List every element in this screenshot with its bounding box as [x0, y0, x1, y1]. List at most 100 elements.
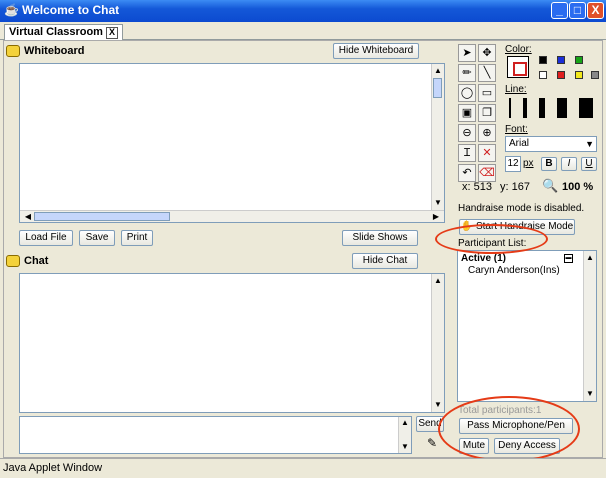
pass-mic-label: Pass Microphone/Pen	[467, 420, 565, 431]
bold-label: B	[545, 158, 553, 169]
whiteboard-bubble-icon	[6, 45, 20, 57]
eraser-icon[interactable]: ⌫	[478, 164, 496, 182]
delete-tool-icon[interactable]: ✕	[478, 144, 496, 162]
input-scroll-up-icon[interactable]: ▲	[399, 418, 411, 428]
close-button[interactable]: X	[587, 2, 604, 19]
drawing-toolbar: ➤ ✥ ✏ ╲ ◯ ▭ ▣ ❐ ⊖ ⊕ Ɪ ✕ ↶ ⌫ Color: Line:…	[455, 44, 599, 196]
chat-bubble-icon	[6, 255, 20, 267]
start-handraise-label: Start Handraise Mode	[475, 221, 574, 232]
pencil-icon[interactable]: ✏	[458, 64, 476, 82]
current-fill-icon[interactable]	[513, 62, 527, 76]
line-width-4-icon[interactable]	[557, 98, 567, 118]
whiteboard-vscrollbar[interactable]: ▲ ▼	[431, 64, 444, 210]
line-width-5-icon[interactable]	[579, 98, 593, 118]
whiteboard-hscrollbar[interactable]: ◀ ▶	[20, 210, 444, 222]
whiteboard-label: Whiteboard	[24, 45, 85, 57]
deny-access-label: Deny Access	[498, 440, 556, 451]
select-arrow-icon[interactable]: ➤	[458, 44, 476, 62]
scroll-right-icon[interactable]: ▶	[430, 212, 442, 222]
move-arrow-icon[interactable]: ✥	[478, 44, 496, 62]
zoom-out-icon[interactable]: ⊖	[458, 124, 476, 142]
font-label: Font:	[505, 124, 528, 135]
italic-button[interactable]: I	[561, 157, 577, 171]
participant-item[interactable]: Caryn Anderson(Ins)	[468, 265, 560, 276]
hide-chat-button[interactable]: Hide Chat	[352, 253, 418, 269]
text-tool-icon[interactable]: Ɪ	[458, 144, 476, 162]
whiteboard-canvas[interactable]: ▲ ▼ ◀ ▶	[19, 63, 445, 223]
color-swatch[interactable]	[539, 56, 547, 64]
color-swatch[interactable]	[539, 71, 547, 79]
zoom-level: 100 %	[562, 181, 594, 193]
color-swatch[interactable]	[557, 71, 565, 79]
chat-vscrollbar[interactable]: ▲ ▼	[431, 274, 444, 412]
load-file-button[interactable]: Load File	[19, 230, 73, 246]
scroll-left-icon[interactable]: ◀	[22, 212, 34, 222]
font-select-value: Arial	[509, 138, 530, 149]
slide-shows-label: Slide Shows	[352, 232, 408, 243]
participant-list[interactable]: Active (1) ▬ Caryn Anderson(Ins) ▲ ▼	[457, 250, 597, 402]
emoticon-icon[interactable]: ✎	[422, 436, 442, 452]
deny-access-button[interactable]: Deny Access	[494, 438, 560, 454]
scroll-thumb[interactable]	[433, 78, 442, 98]
tab-label: Virtual Classroom	[9, 26, 103, 38]
ellipse-tool-icon[interactable]: ◯	[458, 84, 476, 102]
hide-whiteboard-button[interactable]: Hide Whiteboard	[333, 43, 419, 59]
start-handraise-button[interactable]: ✋ Start Handraise Mode	[459, 219, 575, 235]
underline-button[interactable]: U	[581, 157, 597, 171]
image-tool-icon[interactable]: ▣	[458, 104, 476, 122]
tab-virtual-classroom[interactable]: Virtual Classroom X	[4, 24, 123, 40]
maximize-button[interactable]: □	[569, 2, 586, 19]
chevron-down-icon[interactable]: ▼	[585, 137, 594, 151]
slide-shows-button[interactable]: Slide Shows	[342, 230, 418, 246]
line-width-2-icon[interactable]	[523, 98, 527, 118]
chat-history[interactable]: ▲ ▼	[19, 273, 445, 413]
color-swatch[interactable]	[557, 56, 565, 64]
line-tool-icon[interactable]: ╲	[478, 64, 496, 82]
scroll-up-icon[interactable]: ▲	[432, 66, 444, 76]
chat-scroll-down-icon[interactable]: ▼	[432, 400, 444, 410]
font-select[interactable]: Arial ▼	[505, 136, 597, 152]
chat-input[interactable]: ▲ ▼	[19, 416, 412, 454]
send-label: Send	[418, 418, 442, 429]
save-label: Save	[85, 232, 109, 243]
status-bar: Java Applet Window	[0, 458, 606, 478]
font-size-input[interactable]: 12	[505, 156, 521, 172]
color-swatch[interactable]	[575, 56, 583, 64]
input-scroll-down-icon[interactable]: ▼	[399, 442, 411, 452]
java-cup-icon: ☕	[4, 3, 19, 17]
active-header: Active (1)	[461, 253, 507, 264]
window-title: Welcome to Chat	[22, 3, 120, 17]
copy-tool-icon[interactable]: ❐	[478, 104, 496, 122]
chat-scroll-up-icon[interactable]: ▲	[432, 276, 444, 286]
collapse-icon[interactable]: ▬	[564, 254, 573, 263]
plist-scroll-up-icon[interactable]: ▲	[584, 253, 596, 263]
tab-close-icon[interactable]: X	[105, 27, 118, 39]
pass-microphone-button[interactable]: Pass Microphone/Pen	[459, 418, 573, 434]
italic-label: I	[567, 158, 571, 169]
participant-list-label: Participant List:	[458, 238, 527, 249]
line-width-3-icon[interactable]	[539, 98, 545, 118]
hide-chat-label: Hide Chat	[362, 255, 408, 266]
print-label: Print	[126, 232, 148, 243]
send-button[interactable]: Send	[416, 416, 444, 432]
participant-scrollbar[interactable]: ▲ ▼	[583, 251, 596, 401]
save-button[interactable]: Save	[79, 230, 115, 246]
color-label: Color:	[505, 44, 532, 55]
color-swatch[interactable]	[591, 71, 599, 79]
chat-input-scrollbar[interactable]: ▲ ▼	[398, 417, 411, 453]
plist-scroll-down-icon[interactable]: ▼	[584, 389, 596, 399]
minimize-button[interactable]: _	[551, 2, 568, 19]
hand-icon: ✋	[460, 221, 474, 232]
rectangle-tool-icon[interactable]: ▭	[478, 84, 496, 102]
mute-button[interactable]: Mute	[459, 438, 489, 454]
coord-y: y: 167	[500, 181, 530, 193]
line-width-1-icon[interactable]	[509, 98, 511, 118]
zoom-in-icon[interactable]: ⊕	[478, 124, 496, 142]
hscroll-thumb[interactable]	[34, 212, 170, 221]
color-swatch[interactable]	[575, 71, 583, 79]
print-button[interactable]: Print	[121, 230, 153, 246]
bold-button[interactable]: B	[541, 157, 557, 171]
scroll-down-icon[interactable]: ▼	[432, 198, 444, 208]
undo-icon[interactable]: ↶	[458, 164, 476, 182]
font-size-unit: px	[523, 158, 534, 169]
